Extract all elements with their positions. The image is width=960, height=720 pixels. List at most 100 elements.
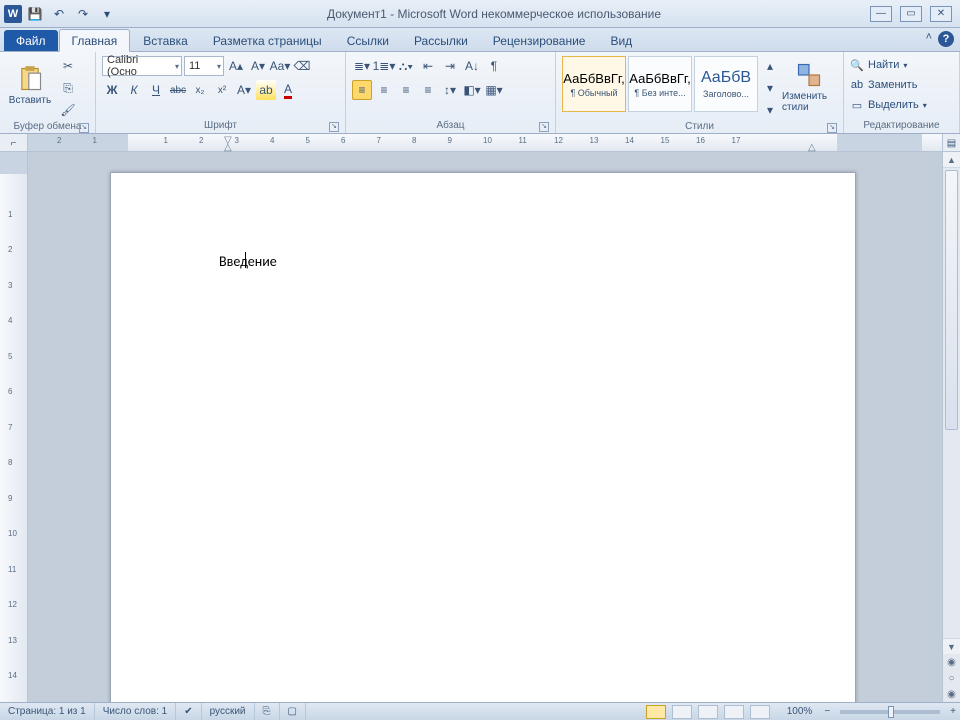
- horizontal-ruler[interactable]: ▽ △ △ 211234567891011121314151617: [28, 134, 942, 151]
- group-paragraph-label: Абзац: [436, 120, 464, 131]
- help-icon[interactable]: ?: [938, 31, 954, 47]
- prev-page-button[interactable]: ◉: [943, 654, 960, 670]
- view-draft[interactable]: [750, 705, 770, 719]
- zoom-slider[interactable]: [840, 710, 940, 714]
- group-editing-label: Редактирование: [863, 120, 939, 131]
- justify-button[interactable]: ≡: [418, 80, 438, 100]
- decrease-indent-button[interactable]: ⇤: [418, 56, 438, 76]
- zoom-slider-knob[interactable]: [888, 706, 894, 718]
- subscript-button[interactable]: x₂: [190, 80, 210, 100]
- document-text[interactable]: Введение: [219, 253, 277, 270]
- paragraph-launcher-icon[interactable]: ↘: [539, 122, 549, 132]
- numbering-button[interactable]: 1≣▾: [374, 56, 394, 76]
- line-spacing-button[interactable]: ↕▾: [440, 80, 460, 100]
- change-case-button[interactable]: Aa▾: [270, 56, 290, 76]
- scroll-thumb[interactable]: [945, 170, 958, 430]
- paste-button[interactable]: Вставить: [6, 54, 54, 116]
- view-web-layout[interactable]: [698, 705, 718, 719]
- ruler-toggle-button[interactable]: ▤: [942, 134, 960, 152]
- increase-indent-button[interactable]: ⇥: [440, 56, 460, 76]
- zoom-level[interactable]: 100%: [779, 703, 821, 720]
- qat-undo-button[interactable]: ↶: [48, 4, 70, 24]
- bold-button[interactable]: Ж: [102, 80, 122, 100]
- tab-home[interactable]: Главная: [59, 29, 131, 52]
- scroll-down-button[interactable]: ▼: [943, 638, 960, 654]
- status-macro[interactable]: ▢: [280, 703, 306, 720]
- replace-button[interactable]: abЗаменить: [850, 76, 917, 94]
- view-full-screen[interactable]: [672, 705, 692, 719]
- qat-customize-button[interactable]: ▾: [96, 4, 118, 24]
- style-sample: АаБбВвГг,: [563, 71, 625, 86]
- tab-mailings[interactable]: Рассылки: [402, 30, 480, 51]
- tab-page-layout[interactable]: Разметка страницы: [201, 30, 334, 51]
- word-app-icon[interactable]: W: [4, 5, 22, 23]
- bullets-button[interactable]: ≣▾: [352, 56, 372, 76]
- zoom-in-button[interactable]: +: [946, 703, 960, 720]
- minimize-ribbon-icon[interactable]: ˄: [926, 31, 932, 47]
- align-right-button[interactable]: ≡: [396, 80, 416, 100]
- font-name-combo[interactable]: Calibri (Осно: [102, 56, 182, 76]
- status-insert-mode[interactable]: ⎘: [255, 703, 280, 720]
- browse-object-button[interactable]: ○: [943, 670, 960, 686]
- tab-insert[interactable]: Вставка: [131, 30, 200, 51]
- status-page[interactable]: Страница: 1 из 1: [0, 703, 95, 720]
- status-word-count[interactable]: Число слов: 1: [95, 703, 176, 720]
- styles-more[interactable]: ▾: [760, 100, 780, 120]
- font-color-button[interactable]: A: [278, 80, 298, 100]
- text-effects-button[interactable]: A▾: [234, 80, 254, 100]
- sort-button[interactable]: A↓: [462, 56, 482, 76]
- underline-button[interactable]: Ч: [146, 80, 166, 100]
- status-proofing[interactable]: ✔: [176, 703, 201, 720]
- styles-row-down[interactable]: ▾: [760, 78, 780, 98]
- tab-view[interactable]: Вид: [598, 30, 644, 51]
- view-outline[interactable]: [724, 705, 744, 719]
- font-launcher-icon[interactable]: ↘: [329, 122, 339, 132]
- qat-save-button[interactable]: 💾: [24, 4, 46, 24]
- vertical-scrollbar[interactable]: ▲ ▼ ◉ ○ ◉: [942, 152, 960, 702]
- view-print-layout[interactable]: [646, 705, 666, 719]
- style-heading1[interactable]: АаБбВ Заголово...: [694, 56, 758, 112]
- shading-button[interactable]: ◧▾: [462, 80, 482, 100]
- zoom-out-button[interactable]: −: [820, 703, 834, 720]
- copy-button[interactable]: ⎘: [58, 78, 78, 98]
- grow-font-button[interactable]: A▴: [226, 56, 246, 76]
- status-language[interactable]: русский: [202, 703, 255, 720]
- next-page-button[interactable]: ◉: [943, 686, 960, 702]
- styles-row-up[interactable]: ▴: [760, 56, 780, 76]
- highlight-button[interactable]: ab: [256, 80, 276, 100]
- style-normal[interactable]: АаБбВвГг, ¶ Обычный: [562, 56, 626, 112]
- styles-launcher-icon[interactable]: ↘: [827, 123, 837, 133]
- show-marks-button[interactable]: ¶: [484, 56, 504, 76]
- shrink-font-button[interactable]: A▾: [248, 56, 268, 76]
- cut-button[interactable]: ✂: [58, 56, 78, 76]
- select-button[interactable]: ▭Выделить▾: [850, 96, 927, 114]
- scroll-up-button[interactable]: ▲: [943, 152, 960, 168]
- style-no-spacing[interactable]: АаБбВвГг, ¶ Без инте...: [628, 56, 692, 112]
- tab-file[interactable]: Файл: [4, 30, 58, 51]
- font-size-combo[interactable]: 11: [184, 56, 224, 76]
- change-styles-button[interactable]: Изменить стили: [782, 56, 836, 118]
- borders-button[interactable]: ▦▾: [484, 80, 504, 100]
- align-center-button[interactable]: ≡: [374, 80, 394, 100]
- scroll-track[interactable]: [943, 168, 960, 638]
- clipboard-launcher-icon[interactable]: ↘: [79, 123, 89, 133]
- tab-review[interactable]: Рецензирование: [481, 30, 598, 51]
- tab-references[interactable]: Ссылки: [335, 30, 401, 51]
- superscript-button[interactable]: x²: [212, 80, 232, 100]
- clear-formatting-button[interactable]: ⌫: [292, 56, 312, 76]
- qat-redo-button[interactable]: ↷: [72, 4, 94, 24]
- find-button[interactable]: 🔍Найти▾: [850, 56, 907, 74]
- italic-button[interactable]: К: [124, 80, 144, 100]
- align-left-button[interactable]: ≡: [352, 80, 372, 100]
- document-area[interactable]: Введение: [28, 152, 942, 702]
- page[interactable]: Введение: [110, 172, 856, 702]
- tab-selector[interactable]: ⌐: [0, 134, 28, 152]
- select-label: Выделить: [868, 99, 919, 111]
- restore-button[interactable]: ▭: [900, 6, 922, 22]
- vertical-ruler[interactable]: 1234567891011121314: [0, 152, 28, 702]
- multilevel-button[interactable]: ⛬▾: [396, 56, 416, 76]
- strikethrough-button[interactable]: abc: [168, 80, 188, 100]
- format-painter-button[interactable]: 🖌: [58, 100, 78, 120]
- minimize-button[interactable]: —: [870, 6, 892, 22]
- close-button[interactable]: ✕: [930, 6, 952, 22]
